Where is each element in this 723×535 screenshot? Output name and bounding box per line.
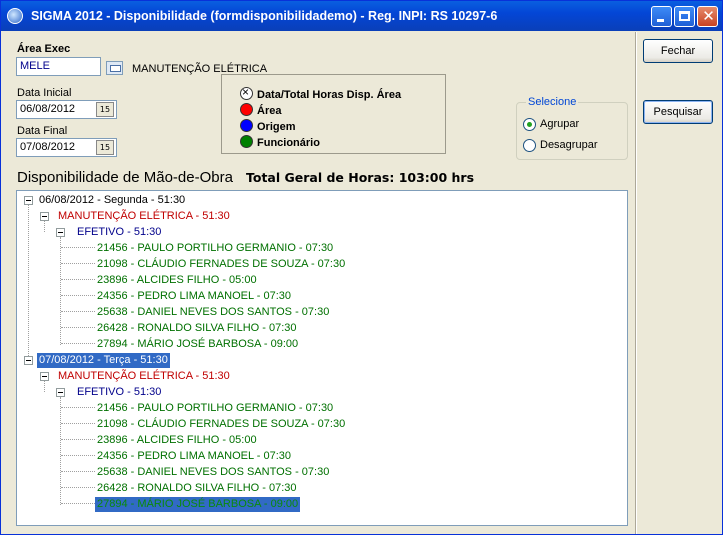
tree-employee-node[interactable]: 25638 - DANIEL NEVES DOS SANTOS - 07:30 — [95, 465, 331, 480]
area-code-input[interactable]: MELE — [16, 57, 101, 76]
tree-connector — [60, 237, 61, 345]
tree-employee-node[interactable]: 26428 - RONALDO SILVA FILHO - 07:30 — [95, 481, 299, 496]
legend-label: Origem — [257, 121, 296, 133]
tree-employee-node[interactable]: 24356 - PEDRO LIMA MANOEL - 07:30 — [95, 289, 293, 304]
close-window-button[interactable]: ✕ — [697, 6, 718, 27]
start-date-value: 06/08/2012 — [20, 103, 76, 115]
close-button[interactable]: Fechar — [643, 39, 713, 63]
tree-connector — [61, 263, 95, 264]
start-calendar-icon[interactable]: 15 — [96, 102, 114, 117]
collapse-area-icon[interactable] — [40, 372, 49, 381]
tree-origin-node[interactable]: EFETIVO - 51:30 — [75, 385, 163, 400]
main-window: SIGMA 2012 - Disponibilidade (formdispon… — [0, 0, 723, 535]
tree-employee-node[interactable]: 24356 - PEDRO LIMA MANOEL - 07:30 — [95, 449, 293, 464]
tree-day-node[interactable]: 06/08/2012 - Segunda - 51:30 — [37, 193, 187, 208]
tree-area-node[interactable]: MANUTENÇÃO ELÉTRICA - 51:30 — [56, 209, 232, 224]
legend-box: Data/Total Horas Disp. Área Área Origem … — [221, 74, 446, 154]
maximize-button[interactable] — [674, 6, 695, 27]
green-dot-icon — [240, 135, 253, 148]
tree-connector — [61, 439, 95, 440]
legend-label: Funcionário — [257, 137, 320, 149]
panel-divider — [635, 32, 637, 534]
availability-tree[interactable]: 06/08/2012 - Segunda - 51:30 MANUTENÇÃO … — [16, 190, 628, 526]
collapse-day-icon[interactable] — [24, 356, 33, 365]
tree-connector — [61, 247, 95, 248]
blue-dot-icon — [240, 119, 253, 132]
grouping-groupbox: Selecione Agrupar Desagrupar — [516, 96, 628, 160]
search-button[interactable]: Pesquisar — [643, 100, 713, 124]
maximize-icon — [679, 11, 690, 21]
legend-item-origin: Origem — [240, 119, 296, 135]
tree-employee-node[interactable]: 21456 - PAULO PORTILHO GERMANIO - 07:30 — [95, 241, 335, 256]
minimize-icon — [657, 19, 664, 22]
minimize-button[interactable] — [651, 6, 672, 27]
tree-area-node[interactable]: MANUTENÇÃO ELÉTRICA - 51:30 — [56, 369, 232, 384]
tree-connector — [28, 205, 29, 360]
tree-connector — [61, 343, 95, 344]
tree-connector — [61, 487, 95, 488]
tree-connector — [61, 455, 95, 456]
close-icon: ✕ — [702, 7, 715, 25]
tree-employee-node[interactable]: 27894 - MÁRIO JOSÉ BARBOSA - 09:00 — [95, 337, 300, 352]
tree-day-node-selected[interactable]: 07/08/2012 - Terça - 51:30 — [37, 353, 170, 368]
end-date-label: Data Final — [17, 125, 68, 137]
app-icon — [7, 8, 23, 24]
tree-connector — [61, 407, 95, 408]
tree-connector — [61, 423, 95, 424]
tree-employee-node[interactable]: 23896 - ALCIDES FILHO - 05:00 — [95, 433, 259, 448]
radio-desagrupar-label[interactable]: Desagrupar — [540, 139, 597, 151]
tree-connector — [61, 295, 95, 296]
section-title: Disponibilidade de Mão-de-Obra — [17, 169, 233, 186]
cross-circle-icon — [240, 85, 253, 100]
tree-connector — [61, 279, 95, 280]
legend-label: Data/Total Horas Disp. Área — [257, 89, 402, 101]
tree-employee-node[interactable]: 21098 - CLÁUDIO FERNADES DE SOUZA - 07:3… — [95, 257, 347, 272]
tree-connector — [44, 221, 45, 232]
tree-origin-node[interactable]: EFETIVO - 51:30 — [75, 225, 163, 240]
tree-employee-node[interactable]: 21456 - PAULO PORTILHO GERMANIO - 07:30 — [95, 401, 335, 416]
red-dot-icon — [240, 103, 253, 116]
tree-connector — [60, 397, 61, 505]
end-calendar-icon[interactable]: 15 — [96, 140, 114, 155]
start-date-label: Data Inicial — [17, 87, 72, 99]
collapse-day-icon[interactable] — [24, 196, 33, 205]
tree-employee-node[interactable]: 23896 - ALCIDES FILHO - 05:00 — [95, 273, 259, 288]
collapse-origin-icon[interactable] — [56, 388, 65, 397]
tree-connector — [61, 471, 95, 472]
tree-connector — [61, 503, 95, 504]
area-label: Área Exec — [17, 43, 71, 55]
tree-employee-node[interactable]: 25638 - DANIEL NEVES DOS SANTOS - 07:30 — [95, 305, 331, 320]
collapse-area-icon[interactable] — [40, 212, 49, 221]
radio-agrupar-label[interactable]: Agrupar — [540, 118, 579, 130]
grouping-title: Selecione — [526, 96, 579, 108]
tree-connector — [44, 381, 45, 392]
window-title: SIGMA 2012 - Disponibilidade (formdispon… — [31, 9, 498, 23]
area-lookup-icon[interactable] — [106, 61, 123, 75]
tree-employee-node[interactable]: 26428 - RONALDO SILVA FILHO - 07:30 — [95, 321, 299, 336]
legend-item-date: Data/Total Horas Disp. Área — [240, 85, 402, 103]
tree-employee-node[interactable]: 21098 - CLÁUDIO FERNADES DE SOUZA - 07:3… — [95, 417, 347, 432]
legend-item-employee: Funcionário — [240, 135, 320, 151]
title-bar[interactable]: SIGMA 2012 - Disponibilidade (formdispon… — [1, 1, 722, 31]
tree-connector — [61, 327, 95, 328]
total-hours: Total Geral de Horas: 103:00 hrs — [246, 170, 475, 185]
tree-connector — [61, 311, 95, 312]
tree-employee-node-selected[interactable]: 27894 - MÁRIO JOSÉ BARBOSA - 09:00 — [95, 497, 301, 512]
legend-label: Área — [257, 105, 282, 117]
radio-desagrupar[interactable] — [523, 139, 536, 152]
end-date-value: 07/08/2012 — [20, 141, 76, 153]
legend-item-area: Área — [240, 103, 281, 119]
radio-agrupar[interactable] — [523, 118, 536, 131]
collapse-origin-icon[interactable] — [56, 228, 65, 237]
